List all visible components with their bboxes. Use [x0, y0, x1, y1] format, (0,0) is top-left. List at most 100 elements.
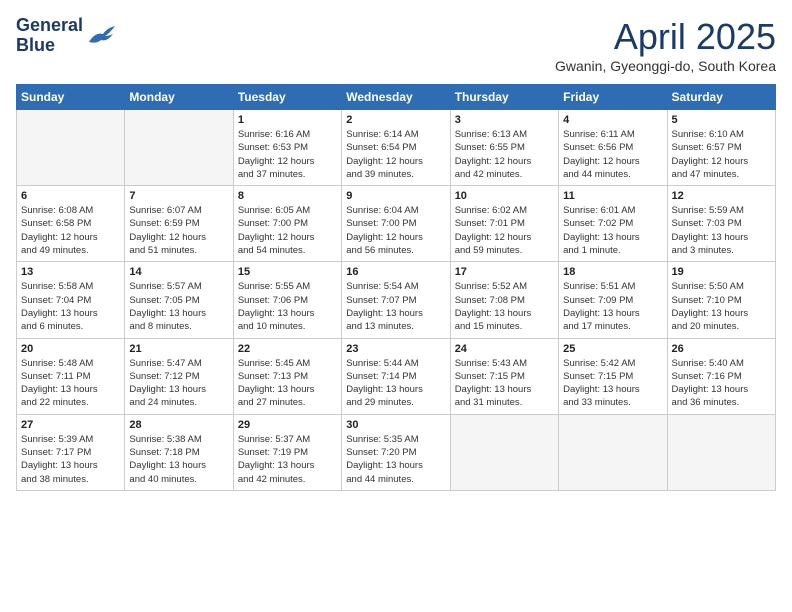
day-number: 26: [672, 343, 771, 355]
day-number: 30: [346, 419, 445, 431]
day-number: 18: [563, 266, 662, 278]
day-detail: Sunrise: 5:55 AM Sunset: 7:06 PM Dayligh…: [238, 280, 337, 333]
calendar-cell: 25 Sunrise: 5:42 AM Sunset: 7:15 PM Dayli…: [559, 338, 667, 414]
calendar-cell: 10 Sunrise: 6:02 AM Sunset: 7:01 PM Dayli…: [450, 186, 558, 262]
calendar-cell: [17, 110, 125, 186]
day-number: 8: [238, 190, 337, 202]
week-row-4: 20 Sunrise: 5:48 AM Sunset: 7:11 PM Dayli…: [17, 338, 776, 414]
week-row-3: 13 Sunrise: 5:58 AM Sunset: 7:04 PM Dayli…: [17, 262, 776, 338]
calendar-cell: 28 Sunrise: 5:38 AM Sunset: 7:18 PM Dayli…: [125, 414, 233, 490]
calendar-cell: 1 Sunrise: 6:16 AM Sunset: 6:53 PM Daylig…: [233, 110, 341, 186]
day-number: 28: [129, 419, 228, 431]
day-detail: Sunrise: 5:37 AM Sunset: 7:19 PM Dayligh…: [238, 433, 337, 486]
day-detail: Sunrise: 6:04 AM Sunset: 7:00 PM Dayligh…: [346, 204, 445, 257]
logo-line2: Blue: [16, 35, 55, 55]
day-detail: Sunrise: 6:16 AM Sunset: 6:53 PM Dayligh…: [238, 128, 337, 181]
day-number: 14: [129, 266, 228, 278]
day-detail: Sunrise: 6:01 AM Sunset: 7:02 PM Dayligh…: [563, 204, 662, 257]
location-subtitle: Gwanin, Gyeonggi-do, South Korea: [555, 58, 776, 74]
calendar-cell: 7Sunrise: 6:07 AM Sunset: 6:59 PM Daylig…: [125, 186, 233, 262]
day-number: 13: [21, 266, 120, 278]
day-detail: Sunrise: 5:45 AM Sunset: 7:13 PM Dayligh…: [238, 357, 337, 410]
day-number: 11: [563, 190, 662, 202]
day-detail: Sunrise: 5:47 AM Sunset: 7:12 PM Dayligh…: [129, 357, 228, 410]
day-number: 17: [455, 266, 554, 278]
day-detail: Sunrise: 5:51 AM Sunset: 7:09 PM Dayligh…: [563, 280, 662, 333]
day-number: 7: [129, 190, 228, 202]
day-detail: Sunrise: 6:05 AM Sunset: 7:00 PM Dayligh…: [238, 204, 337, 257]
calendar-cell: [559, 414, 667, 490]
day-detail: Sunrise: 5:58 AM Sunset: 7:04 PM Dayligh…: [21, 280, 120, 333]
day-number: 3: [455, 114, 554, 126]
week-row-5: 27 Sunrise: 5:39 AM Sunset: 7:17 PM Dayli…: [17, 414, 776, 490]
day-detail: Sunrise: 5:52 AM Sunset: 7:08 PM Dayligh…: [455, 280, 554, 333]
day-detail: Sunrise: 5:54 AM Sunset: 7:07 PM Dayligh…: [346, 280, 445, 333]
weekday-header-monday: Monday: [125, 85, 233, 110]
day-detail: Sunrise: 5:43 AM Sunset: 7:15 PM Dayligh…: [455, 357, 554, 410]
weekday-header-sunday: Sunday: [17, 85, 125, 110]
calendar-cell: 4Sunrise: 6:11 AM Sunset: 6:56 PM Daylig…: [559, 110, 667, 186]
calendar-cell: [125, 110, 233, 186]
calendar-cell: [450, 414, 558, 490]
calendar-cell: 19 Sunrise: 5:50 AM Sunset: 7:10 PM Dayli…: [667, 262, 775, 338]
day-number: 25: [563, 343, 662, 355]
logo-bird-icon: [87, 24, 115, 48]
calendar-cell: 2 Sunrise: 6:14 AM Sunset: 6:54 PM Daylig…: [342, 110, 450, 186]
calendar-body: 1 Sunrise: 6:16 AM Sunset: 6:53 PM Daylig…: [17, 110, 776, 491]
day-detail: Sunrise: 6:14 AM Sunset: 6:54 PM Dayligh…: [346, 128, 445, 181]
calendar-cell: 22Sunrise: 5:45 AM Sunset: 7:13 PM Dayli…: [233, 338, 341, 414]
day-number: 2: [346, 114, 445, 126]
day-number: 16: [346, 266, 445, 278]
calendar-cell: 20 Sunrise: 5:48 AM Sunset: 7:11 PM Dayli…: [17, 338, 125, 414]
weekday-header-saturday: Saturday: [667, 85, 775, 110]
calendar-header: SundayMondayTuesdayWednesdayThursdayFrid…: [17, 85, 776, 110]
weekday-header-wednesday: Wednesday: [342, 85, 450, 110]
calendar-cell: 17 Sunrise: 5:52 AM Sunset: 7:08 PM Dayli…: [450, 262, 558, 338]
calendar-cell: 11 Sunrise: 6:01 AM Sunset: 7:02 PM Dayli…: [559, 186, 667, 262]
day-detail: Sunrise: 5:39 AM Sunset: 7:17 PM Dayligh…: [21, 433, 120, 486]
day-number: 24: [455, 343, 554, 355]
day-number: 1: [238, 114, 337, 126]
page-header: General Blue April 2025 Gwanin, Gyeonggi…: [16, 16, 776, 74]
calendar-cell: 23 Sunrise: 5:44 AM Sunset: 7:14 PM Dayli…: [342, 338, 450, 414]
calendar-cell: 27 Sunrise: 5:39 AM Sunset: 7:17 PM Dayli…: [17, 414, 125, 490]
day-detail: Sunrise: 5:59 AM Sunset: 7:03 PM Dayligh…: [672, 204, 771, 257]
calendar-cell: 12 Sunrise: 5:59 AM Sunset: 7:03 PM Dayli…: [667, 186, 775, 262]
day-number: 29: [238, 419, 337, 431]
logo-text: General Blue: [16, 16, 83, 56]
day-number: 4: [563, 114, 662, 126]
weekday-row: SundayMondayTuesdayWednesdayThursdayFrid…: [17, 85, 776, 110]
calendar-cell: 26 Sunrise: 5:40 AM Sunset: 7:16 PM Dayli…: [667, 338, 775, 414]
day-detail: Sunrise: 5:42 AM Sunset: 7:15 PM Dayligh…: [563, 357, 662, 410]
calendar-cell: 16 Sunrise: 5:54 AM Sunset: 7:07 PM Dayli…: [342, 262, 450, 338]
day-number: 15: [238, 266, 337, 278]
day-detail: Sunrise: 6:02 AM Sunset: 7:01 PM Dayligh…: [455, 204, 554, 257]
calendar-table: SundayMondayTuesdayWednesdayThursdayFrid…: [16, 84, 776, 491]
day-number: 23: [346, 343, 445, 355]
day-detail: Sunrise: 5:40 AM Sunset: 7:16 PM Dayligh…: [672, 357, 771, 410]
day-detail: Sunrise: 6:13 AM Sunset: 6:55 PM Dayligh…: [455, 128, 554, 181]
day-detail: Sunrise: 5:48 AM Sunset: 7:11 PM Dayligh…: [21, 357, 120, 410]
day-number: 19: [672, 266, 771, 278]
weekday-header-tuesday: Tuesday: [233, 85, 341, 110]
month-title: April 2025: [555, 16, 776, 58]
week-row-1: 1 Sunrise: 6:16 AM Sunset: 6:53 PM Daylig…: [17, 110, 776, 186]
day-detail: Sunrise: 5:44 AM Sunset: 7:14 PM Dayligh…: [346, 357, 445, 410]
weekday-header-friday: Friday: [559, 85, 667, 110]
day-number: 5: [672, 114, 771, 126]
day-detail: Sunrise: 5:35 AM Sunset: 7:20 PM Dayligh…: [346, 433, 445, 486]
day-number: 12: [672, 190, 771, 202]
day-number: 20: [21, 343, 120, 355]
logo: General Blue: [16, 16, 115, 56]
day-detail: Sunrise: 6:08 AM Sunset: 6:58 PM Dayligh…: [21, 204, 120, 257]
calendar-cell: 24 Sunrise: 5:43 AM Sunset: 7:15 PM Dayli…: [450, 338, 558, 414]
day-number: 6: [21, 190, 120, 202]
day-detail: Sunrise: 5:50 AM Sunset: 7:10 PM Dayligh…: [672, 280, 771, 333]
day-number: 10: [455, 190, 554, 202]
calendar-cell: 6 Sunrise: 6:08 AM Sunset: 6:58 PM Daylig…: [17, 186, 125, 262]
calendar-cell: 3 Sunrise: 6:13 AM Sunset: 6:55 PM Daylig…: [450, 110, 558, 186]
logo-line1: General: [16, 15, 83, 35]
day-number: 27: [21, 419, 120, 431]
day-detail: Sunrise: 5:38 AM Sunset: 7:18 PM Dayligh…: [129, 433, 228, 486]
calendar-cell: 15 Sunrise: 5:55 AM Sunset: 7:06 PM Dayli…: [233, 262, 341, 338]
